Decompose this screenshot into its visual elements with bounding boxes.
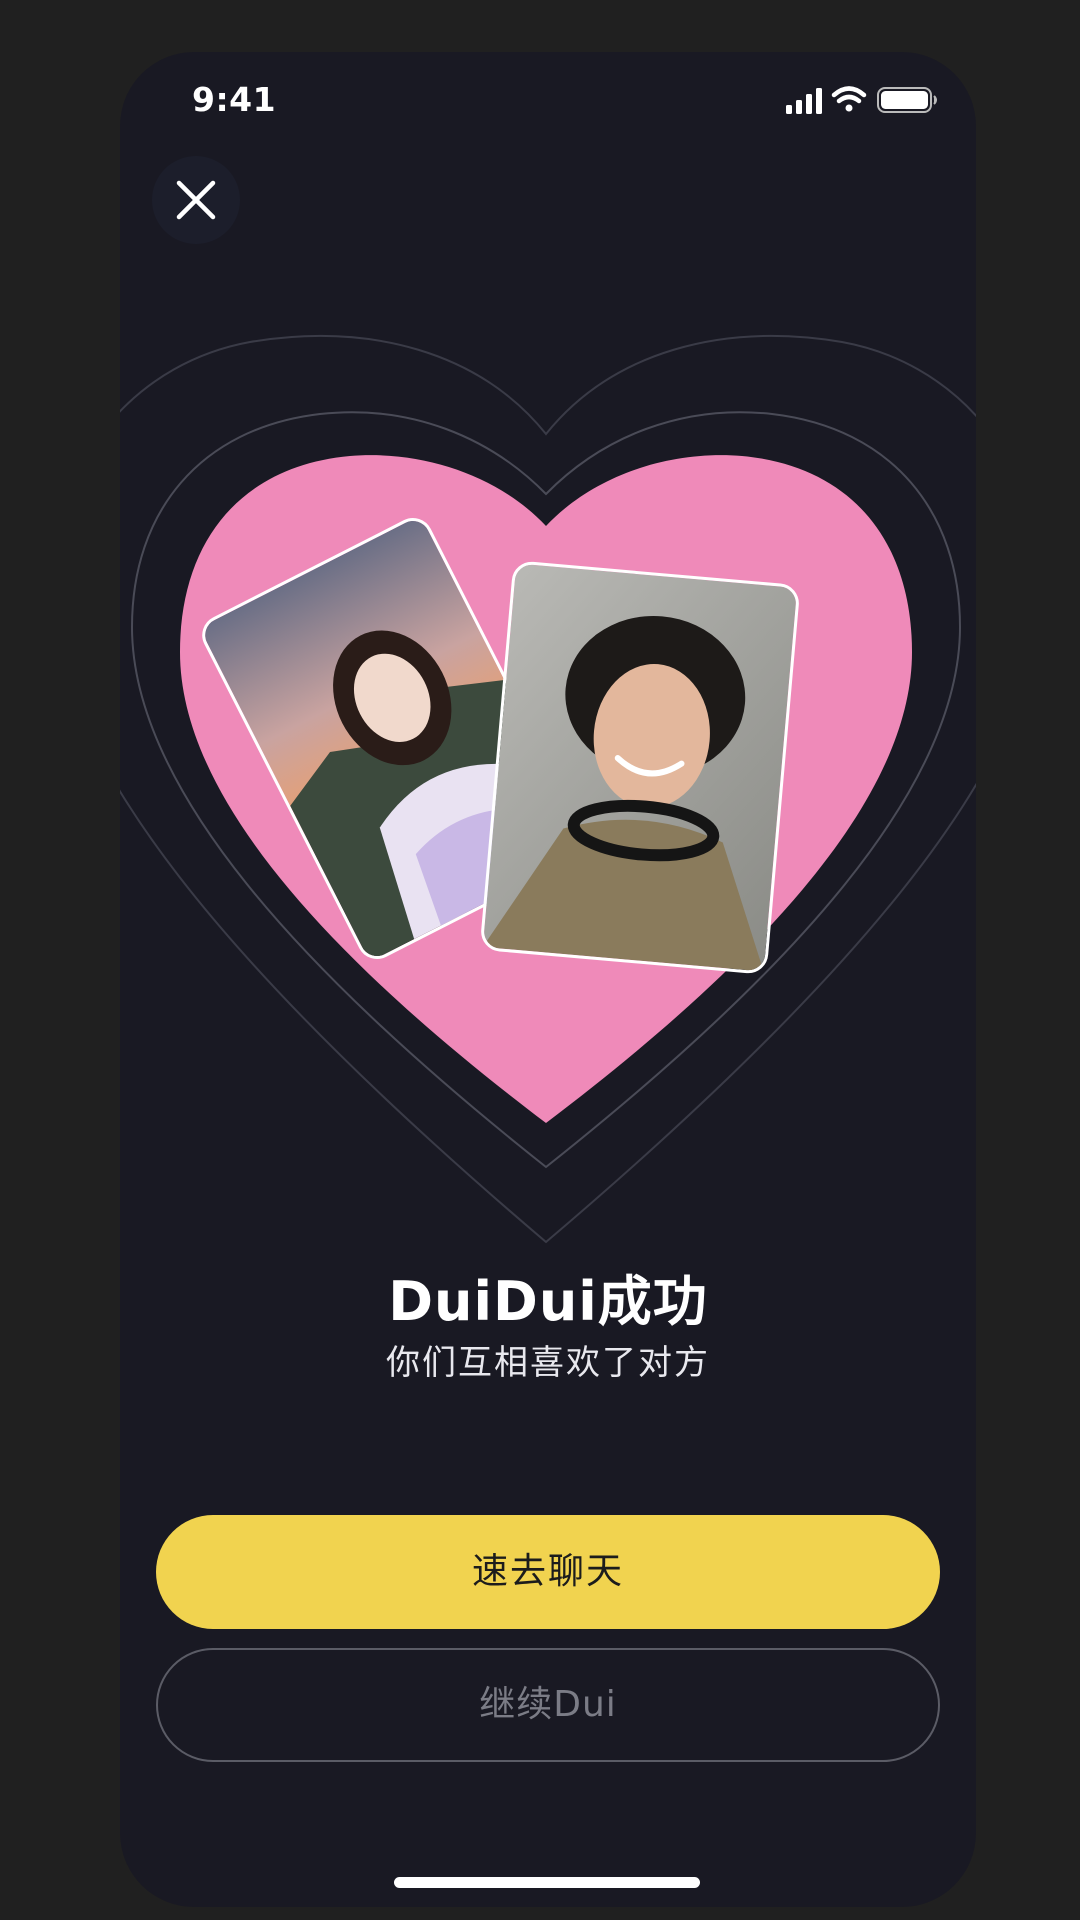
home-indicator[interactable] bbox=[394, 1877, 700, 1888]
match-photo-right bbox=[479, 560, 801, 975]
go-chat-button[interactable]: 速去聊天 bbox=[156, 1515, 940, 1629]
phone-screen: 9:41 DuiDui成功 你们互相喜欢了对方 速去聊天 继续Dui bbox=[120, 52, 976, 1907]
match-title: DuiDui成功 bbox=[388, 1270, 708, 1333]
continue-dui-button[interactable]: 继续Dui bbox=[156, 1648, 940, 1762]
match-subtitle: 你们互相喜欢了对方 bbox=[386, 1343, 710, 1383]
